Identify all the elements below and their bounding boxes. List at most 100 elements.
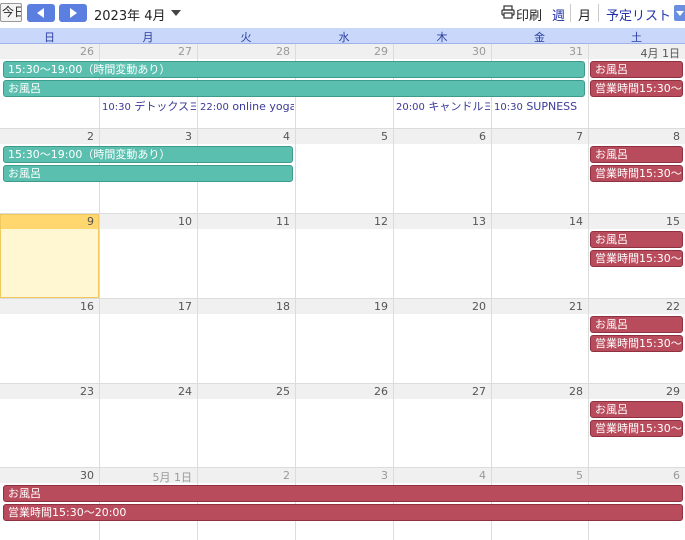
event-bar[interactable]: 営業時間15:30～	[590, 80, 683, 97]
day-cell[interactable]: 23	[0, 384, 99, 467]
date-strip	[198, 129, 295, 144]
date-number[interactable]: 2	[283, 469, 290, 482]
day-cell[interactable]: 26	[295, 384, 393, 467]
day-cell[interactable]: 12	[295, 214, 393, 298]
day-cell[interactable]: 18	[197, 299, 295, 383]
date-number[interactable]: 16	[80, 300, 94, 313]
event-bar[interactable]: お風呂	[590, 146, 683, 163]
date-number[interactable]: 5	[576, 469, 583, 482]
day-cell[interactable]: 21	[491, 299, 588, 383]
date-number[interactable]: 3	[185, 130, 192, 143]
date-number[interactable]: 29	[374, 45, 388, 58]
date-number[interactable]: 30	[80, 469, 94, 482]
chevron-down-icon	[171, 10, 181, 16]
event-bar[interactable]: お風呂	[590, 401, 683, 418]
event-bar[interactable]: お風呂	[590, 61, 683, 78]
day-cell[interactable]: 14	[491, 214, 588, 298]
day-cell[interactable]: 17	[99, 299, 197, 383]
date-number[interactable]: 28	[276, 45, 290, 58]
day-cell-today[interactable]: 9	[0, 214, 99, 298]
date-number[interactable]: 19	[374, 300, 388, 313]
date-number[interactable]: 11	[276, 215, 290, 228]
day-cell[interactable]: 27	[393, 384, 491, 467]
event-bar[interactable]: 営業時間15:30～	[590, 420, 683, 437]
date-number[interactable]: 8	[673, 130, 680, 143]
date-strip	[0, 129, 99, 144]
timed-event[interactable]: 10:30 デトックスヨ	[102, 100, 196, 114]
date-number[interactable]: 28	[569, 385, 583, 398]
day-cell[interactable]: 20	[393, 299, 491, 383]
day-cell[interactable]: 10	[99, 214, 197, 298]
timed-event[interactable]: 20:00 キャンドルヨ	[396, 100, 490, 114]
day-cell[interactable]: 6	[393, 129, 491, 213]
date-number[interactable]: 25	[276, 385, 290, 398]
chevron-right-icon	[70, 8, 77, 18]
event-bar[interactable]: 営業時間15:30～20:00	[3, 504, 683, 521]
date-number[interactable]: 5	[381, 130, 388, 143]
date-number[interactable]: 23	[80, 385, 94, 398]
day-cell[interactable]: 13	[393, 214, 491, 298]
event-bar[interactable]: お風呂	[3, 80, 585, 97]
list-dropdown-button[interactable]	[674, 5, 685, 21]
calendar-toolbar: 今日 2023年 4月 印刷 週 月 予定リスト	[0, 0, 685, 28]
date-number[interactable]: 2	[87, 130, 94, 143]
date-number[interactable]: 30	[472, 45, 486, 58]
month-picker-button[interactable]	[168, 5, 184, 21]
weekday-tue: 火	[240, 31, 252, 44]
date-number[interactable]: 12	[374, 215, 388, 228]
timed-event[interactable]: 10:30 SUPNESS	[494, 100, 587, 114]
event-bar[interactable]: お風呂	[3, 165, 293, 182]
day-cell[interactable]: 25	[197, 384, 295, 467]
day-cell[interactable]: 28	[491, 384, 588, 467]
date-number[interactable]: 17	[178, 300, 192, 313]
date-number[interactable]: 26	[80, 45, 94, 58]
day-cell[interactable]: 19	[295, 299, 393, 383]
date-number[interactable]: 13	[472, 215, 486, 228]
date-number[interactable]: 27	[178, 45, 192, 58]
date-number[interactable]: 31	[569, 45, 583, 58]
event-bar[interactable]: お風呂	[590, 316, 683, 333]
today-button[interactable]: 今日	[0, 3, 22, 22]
date-number[interactable]: 18	[276, 300, 290, 313]
week-row: 16 17 18 19 20 21 22 お風呂 営業時間15:30～	[0, 299, 685, 384]
date-strip	[394, 468, 491, 483]
event-bar[interactable]: 営業時間15:30～	[590, 335, 683, 352]
date-strip	[296, 129, 393, 144]
day-cell[interactable]: 16	[0, 299, 99, 383]
date-number[interactable]: 6	[673, 469, 680, 482]
date-number[interactable]: 24	[178, 385, 192, 398]
date-number[interactable]: 27	[472, 385, 486, 398]
date-number[interactable]: 14	[569, 215, 583, 228]
date-number[interactable]: 21	[569, 300, 583, 313]
event-bar[interactable]: 15:30～19:00（時間変動あり）	[3, 61, 585, 78]
date-number[interactable]: 26	[374, 385, 388, 398]
month-grid: 26 27 28 29 30 31 4月 1日 15:30～19:00（時間変動…	[0, 44, 685, 540]
event-bar[interactable]: 営業時間15:30～	[590, 165, 683, 182]
date-number[interactable]: 3	[381, 469, 388, 482]
view-week-button[interactable]: 週	[552, 5, 565, 24]
date-number[interactable]: 4	[479, 469, 486, 482]
view-month-button[interactable]: 月	[578, 5, 591, 24]
date-number[interactable]: 20	[472, 300, 486, 313]
event-bar[interactable]: 営業時間15:30～	[590, 250, 683, 267]
date-number[interactable]: 6	[479, 130, 486, 143]
prev-month-button[interactable]	[27, 4, 55, 22]
event-bar[interactable]: 15:30～19:00（時間変動あり）	[3, 146, 293, 163]
date-number[interactable]: 15	[666, 215, 680, 228]
event-bar[interactable]: お風呂	[590, 231, 683, 248]
day-cell[interactable]: 11	[197, 214, 295, 298]
day-cell[interactable]: 5	[295, 129, 393, 213]
event-bar[interactable]: お風呂	[3, 485, 683, 502]
day-cell[interactable]: 24	[99, 384, 197, 467]
date-number[interactable]: 29	[666, 385, 680, 398]
date-number[interactable]: 4月 1日	[641, 45, 681, 61]
timed-event[interactable]: 22:00 online yoga	[200, 100, 294, 114]
view-list-button[interactable]: 予定リスト	[606, 5, 671, 24]
date-number[interactable]: 22	[666, 300, 680, 313]
date-number[interactable]: 5月 1日	[153, 469, 193, 485]
date-number[interactable]: 4	[283, 130, 290, 143]
next-month-button[interactable]	[59, 4, 87, 22]
date-number[interactable]: 10	[178, 215, 192, 228]
day-cell[interactable]: 7	[491, 129, 588, 213]
date-number[interactable]: 7	[576, 130, 583, 143]
